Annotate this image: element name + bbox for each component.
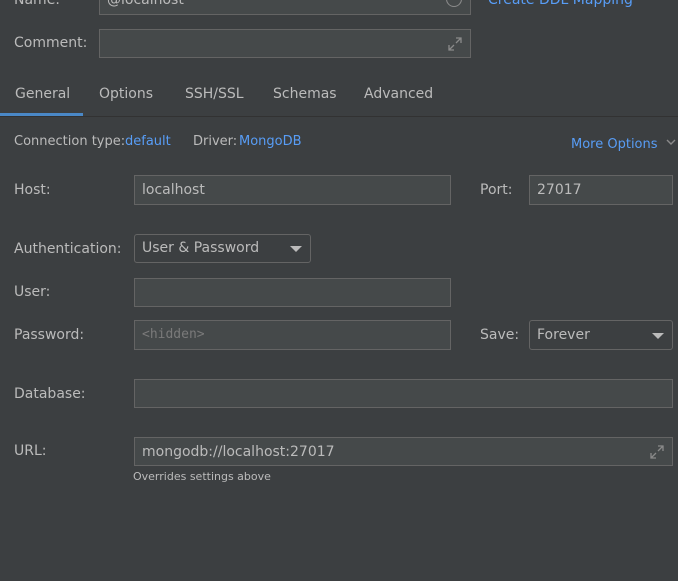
host-input[interactable]: localhost: [134, 175, 451, 205]
more-options-label: More Options: [571, 137, 658, 152]
connection-type-link[interactable]: default: [125, 134, 171, 149]
database-label: Database:: [14, 386, 86, 402]
comment-input[interactable]: [99, 29, 471, 58]
host-value: localhost: [142, 182, 205, 198]
save-select[interactable]: Forever: [529, 320, 673, 350]
url-hint: Overrides settings above: [133, 470, 271, 483]
database-input[interactable]: [134, 379, 673, 408]
authentication-select[interactable]: User & Password: [134, 234, 311, 263]
authentication-value: User & Password: [142, 240, 260, 256]
data-source-settings-panel: Name: @localhost Create DDL Mapping Comm…: [0, 0, 678, 581]
url-value: mongodb://localhost:27017: [142, 444, 335, 460]
more-options-button[interactable]: More Options: [571, 133, 676, 152]
tab-advanced[interactable]: Advanced: [364, 86, 433, 102]
url-label: URL:: [14, 443, 47, 459]
user-input[interactable]: [134, 278, 451, 307]
password-placeholder: <hidden>: [142, 327, 205, 342]
expand-icon[interactable]: [649, 444, 665, 460]
host-label: Host:: [14, 182, 51, 198]
name-status-icon: [446, 0, 462, 7]
port-label: Port:: [480, 182, 513, 198]
name-value: @localhost: [107, 0, 184, 8]
driver-label: Driver:: [193, 134, 238, 149]
comment-label: Comment:: [14, 35, 88, 51]
user-label: User:: [14, 284, 51, 300]
password-label: Password:: [14, 327, 85, 343]
tab-schemas[interactable]: Schemas: [273, 86, 337, 102]
name-input[interactable]: @localhost: [99, 0, 471, 15]
dropdown-arrow-icon: [290, 246, 302, 252]
create-ddl-mapping-link[interactable]: Create DDL Mapping: [488, 0, 633, 8]
tab-ssh-ssl[interactable]: SSH/SSL: [185, 86, 244, 102]
save-value: Forever: [537, 327, 590, 343]
chevron-down-icon: [666, 139, 676, 145]
port-input[interactable]: 27017: [529, 175, 673, 205]
tab-options[interactable]: Options: [99, 86, 153, 102]
connection-type-label: Connection type:: [14, 134, 126, 149]
name-label: Name:: [14, 0, 61, 8]
expand-icon[interactable]: [447, 36, 463, 52]
port-value: 27017: [537, 182, 582, 198]
url-input[interactable]: mongodb://localhost:27017: [134, 437, 673, 466]
authentication-label: Authentication:: [14, 241, 122, 257]
tab-divider: [0, 116, 678, 117]
tab-general[interactable]: General: [15, 86, 70, 102]
driver-link[interactable]: MongoDB: [239, 134, 302, 149]
password-input[interactable]: <hidden>: [134, 320, 451, 350]
save-label: Save:: [480, 327, 520, 343]
dropdown-arrow-icon: [652, 333, 664, 339]
